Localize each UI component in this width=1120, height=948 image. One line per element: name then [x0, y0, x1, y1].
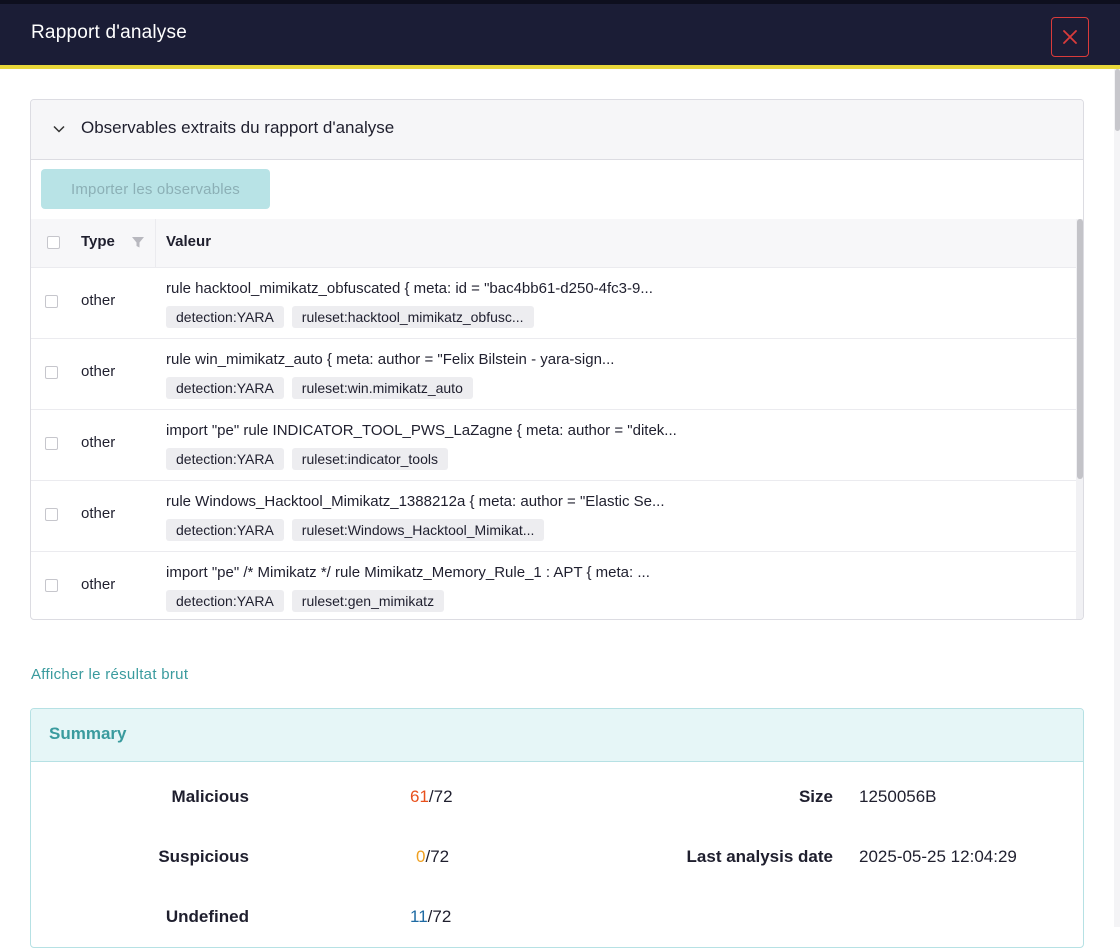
- last-analysis-value: 2025-05-25 12:04:29: [859, 847, 1017, 866]
- column-header-type[interactable]: Type: [81, 233, 115, 250]
- tag: detection:YARA: [166, 306, 284, 328]
- summary-title: Summary: [49, 724, 127, 743]
- observables-panel: Observables extraits du rapport d'analys…: [30, 99, 1084, 620]
- suspicious-total: /72: [425, 847, 450, 866]
- table-row[interactable]: other rule hacktool_mimikatz_obfuscated …: [31, 267, 1076, 339]
- malicious-value: 61/72: [410, 787, 453, 807]
- column-header-value: Valeur: [166, 233, 212, 250]
- row-value: rule win_mimikatz_auto { meta: author = …: [166, 351, 615, 368]
- row-value: rule Windows_Hacktool_Mimikatz_1388212a …: [166, 493, 665, 510]
- tag: ruleset:gen_mimikatz: [291, 590, 445, 612]
- row-tags: detection:YARA ruleset:indicator_tools: [166, 448, 448, 470]
- size-label: Size: [798, 787, 833, 806]
- observables-accordion-header[interactable]: Observables extraits du rapport d'analys…: [31, 100, 1083, 160]
- tag: ruleset:Windows_Hacktool_Mimikat...: [291, 519, 545, 541]
- row-tags: detection:YARA ruleset:hacktool_mimikatz…: [166, 306, 534, 328]
- row-type: other: [81, 363, 116, 380]
- header-accent-bar: [0, 65, 1120, 69]
- dialog-title: Rapport d'analyse: [31, 22, 187, 43]
- last-analysis-label: Last analysis date: [686, 847, 833, 866]
- malicious-count: 61: [410, 787, 429, 806]
- undefined-count: 11: [410, 907, 428, 926]
- row-value: import "pe" /* Mimikatz */ rule Mimikatz…: [166, 564, 650, 581]
- table-row[interactable]: other rule win_mimikatz_auto { meta: aut…: [31, 338, 1076, 410]
- malicious-total: /72: [428, 787, 453, 806]
- malicious-label: Malicious: [171, 787, 249, 806]
- row-tags: detection:YARA ruleset:Windows_Hacktool_…: [166, 519, 545, 541]
- close-icon: [1063, 30, 1077, 44]
- select-all-checkbox[interactable]: [47, 236, 60, 249]
- summary-panel: Summary Malicious 61/72 Suspicious 0/72 …: [30, 708, 1084, 948]
- tag: detection:YARA: [166, 519, 284, 541]
- tag: detection:YARA: [166, 448, 284, 470]
- row-checkbox[interactable]: [45, 579, 58, 592]
- undefined-value: 11/72: [410, 907, 451, 927]
- table-row[interactable]: other import "pe" /* Mimikatz */ rule Mi…: [31, 551, 1076, 619]
- table-scrollbar-thumb[interactable]: [1077, 219, 1083, 479]
- tag: detection:YARA: [166, 590, 284, 612]
- row-tags: detection:YARA ruleset:win.mimikatz_auto: [166, 377, 473, 399]
- undefined-label: Undefined: [165, 907, 249, 926]
- row-tags: detection:YARA ruleset:gen_mimikatz: [166, 590, 445, 612]
- page-scrollbar[interactable]: [1114, 69, 1120, 927]
- filter-icon[interactable]: [131, 235, 145, 249]
- column-divider: [155, 219, 156, 267]
- undefined-total: /72: [427, 907, 452, 926]
- row-checkbox[interactable]: [45, 437, 58, 450]
- size-value: 1250056B: [859, 787, 937, 806]
- suspicious-value: 0/72: [416, 847, 449, 867]
- tag: ruleset:win.mimikatz_auto: [291, 377, 473, 399]
- observables-title: Observables extraits du rapport d'analys…: [81, 118, 395, 137]
- row-checkbox[interactable]: [45, 508, 58, 521]
- row-checkbox[interactable]: [45, 366, 58, 379]
- tag: ruleset:indicator_tools: [291, 448, 448, 470]
- table-scrollbar[interactable]: [1076, 219, 1083, 619]
- row-type: other: [81, 576, 116, 593]
- table-header: Type Valeur: [31, 219, 1076, 268]
- dialog-header: Rapport d'analyse: [0, 0, 1120, 65]
- summary-header: Summary: [31, 709, 1083, 762]
- close-button[interactable]: [1051, 17, 1089, 57]
- suspicious-label: Suspicious: [158, 847, 249, 866]
- row-type: other: [81, 292, 116, 309]
- show-raw-result-link[interactable]: Afficher le résultat brut: [31, 666, 188, 683]
- import-observables-button[interactable]: Importer les observables: [41, 169, 270, 209]
- row-checkbox[interactable]: [45, 295, 58, 308]
- tag: ruleset:hacktool_mimikatz_obfusc...: [291, 306, 534, 328]
- page-scrollbar-thumb[interactable]: [1115, 69, 1120, 131]
- tag: detection:YARA: [166, 377, 284, 399]
- table-row[interactable]: other rule Windows_Hacktool_Mimikatz_138…: [31, 480, 1076, 552]
- chevron-down-icon[interactable]: [52, 122, 66, 136]
- table-row[interactable]: other import "pe" rule INDICATOR_TOOL_PW…: [31, 409, 1076, 481]
- row-value: import "pe" rule INDICATOR_TOOL_PWS_LaZa…: [166, 422, 677, 439]
- row-value: rule hacktool_mimikatz_obfuscated { meta…: [166, 280, 653, 297]
- row-type: other: [81, 434, 116, 451]
- row-type: other: [81, 505, 116, 522]
